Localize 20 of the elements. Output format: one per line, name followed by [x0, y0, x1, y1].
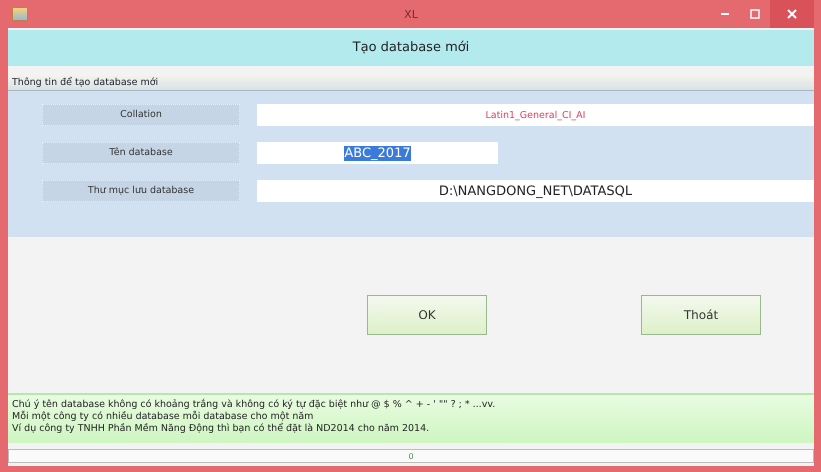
app-icon: [12, 7, 28, 21]
exit-button[interactable]: Thoát: [641, 295, 761, 335]
field-label: Tên database: [42, 142, 240, 164]
note-text: Ví dụ công ty TNHH Phần Mềm Năng Động thì bạn có thể đặt là ND2014 cho năm 2014.: [12, 423, 430, 435]
ok-button[interactable]: OK: [367, 295, 487, 335]
field-label: Collation: [42, 104, 240, 126]
input-field[interactable]: ABC_2017: [257, 142, 498, 164]
group-title: Thông tin để tạo database mới: [8, 76, 814, 91]
progress-reading: 0: [408, 452, 414, 460]
window-title: XL: [403, 8, 419, 20]
maximize-icon: [750, 9, 760, 19]
note-text: Chú ý tên database không có khoảng trắng và không có ký tự đặc biệt như @ $ % ^ + - ' "" ? ; * ...vv.: [12, 399, 496, 410]
note-text: Mỗi một công ty có nhiều database mỗi database cho một năm: [12, 411, 314, 422]
close-icon: [787, 9, 797, 19]
input-field[interactable]: D:\NANGDONG_NET\DATASQL: [257, 180, 814, 202]
form-header: Tạo database mới: [8, 30, 814, 66]
input-field[interactable]: Latin1_General_CI_AI: [257, 104, 814, 126]
field-label: Thư mục lưu database: [42, 180, 240, 202]
close-button[interactable]: [770, 0, 814, 28]
minimize-icon: [721, 13, 729, 15]
